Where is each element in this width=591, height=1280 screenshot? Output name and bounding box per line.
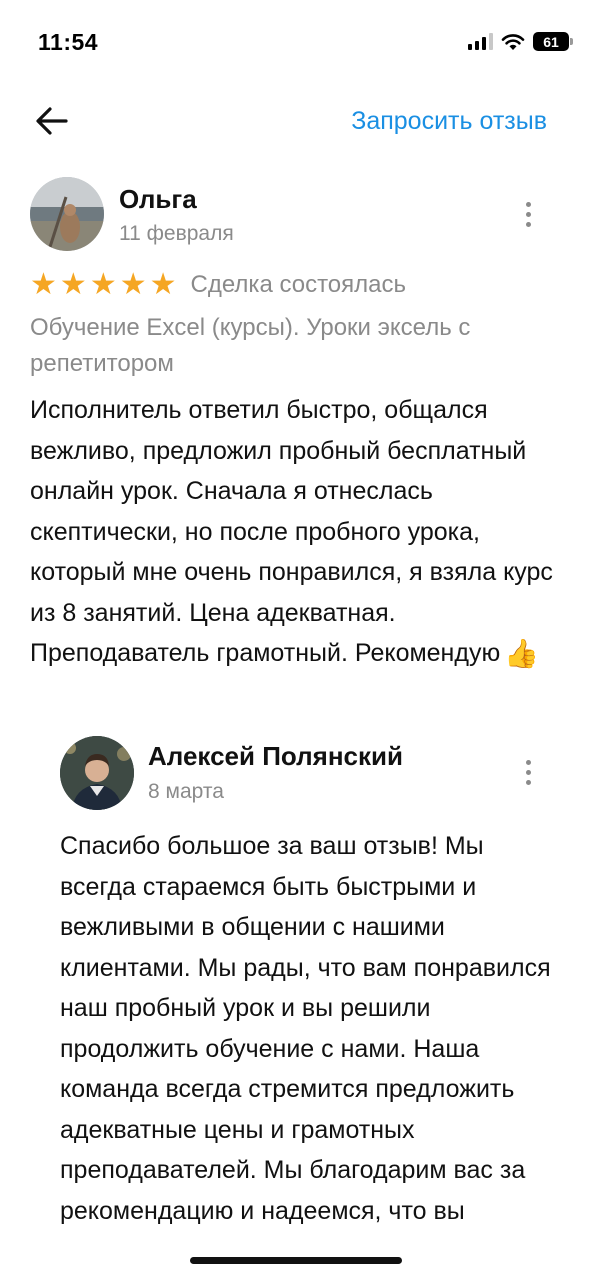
review-text: Исполнитель ответил быстро, общался вежл… bbox=[30, 390, 570, 674]
reviewer-avatar[interactable] bbox=[30, 177, 104, 251]
replier-name: Алексей Полянский bbox=[148, 741, 403, 771]
back-button[interactable] bbox=[30, 99, 74, 143]
request-review-link[interactable]: Запросить отзыв bbox=[351, 107, 547, 136]
home-indicator bbox=[190, 1257, 402, 1264]
reply-text: Спасибо большое за ваш отзыв! Мы всегда … bbox=[60, 832, 551, 1225]
battery-icon: 61 bbox=[533, 32, 573, 51]
star-icon: ★ bbox=[119, 268, 147, 301]
more-vertical-icon bbox=[525, 201, 531, 207]
review-more-options-button[interactable] bbox=[513, 194, 543, 234]
thumbs-up-icon: 👍 bbox=[504, 638, 540, 669]
reply-more-options-button[interactable] bbox=[513, 752, 543, 792]
review-date: 11 февраля bbox=[119, 222, 234, 245]
star-icon: ★ bbox=[149, 268, 177, 301]
replier-avatar[interactable] bbox=[60, 736, 134, 810]
rating-row: ★ ★ ★ ★ ★ Сделка состоялась bbox=[30, 270, 406, 300]
arrow-left-icon bbox=[36, 107, 68, 135]
battery-level: 61 bbox=[543, 33, 559, 50]
status-icons: 61 bbox=[468, 32, 573, 51]
reply-date: 8 марта bbox=[148, 780, 224, 803]
status-time: 11:54 bbox=[38, 29, 99, 55]
status-bar: 11:54 61 bbox=[0, 0, 591, 88]
star-icon: ★ bbox=[59, 268, 87, 301]
star-icon: ★ bbox=[30, 268, 57, 301]
star-icon: ★ bbox=[89, 268, 117, 301]
header: Запросить отзыв bbox=[0, 95, 591, 147]
rating-stars: ★ ★ ★ ★ ★ bbox=[30, 270, 177, 300]
wifi-icon bbox=[501, 33, 525, 50]
service-title: Обучение Excel (курсы). Уроки эксель с р… bbox=[30, 314, 471, 377]
cellular-signal-icon bbox=[468, 33, 493, 50]
reviewer-name: Ольга bbox=[119, 184, 197, 214]
more-vertical-icon bbox=[525, 759, 531, 765]
review-body: Исполнитель ответил быстро, общался вежл… bbox=[30, 396, 553, 667]
deal-status: Сделка состоялась bbox=[190, 271, 407, 298]
